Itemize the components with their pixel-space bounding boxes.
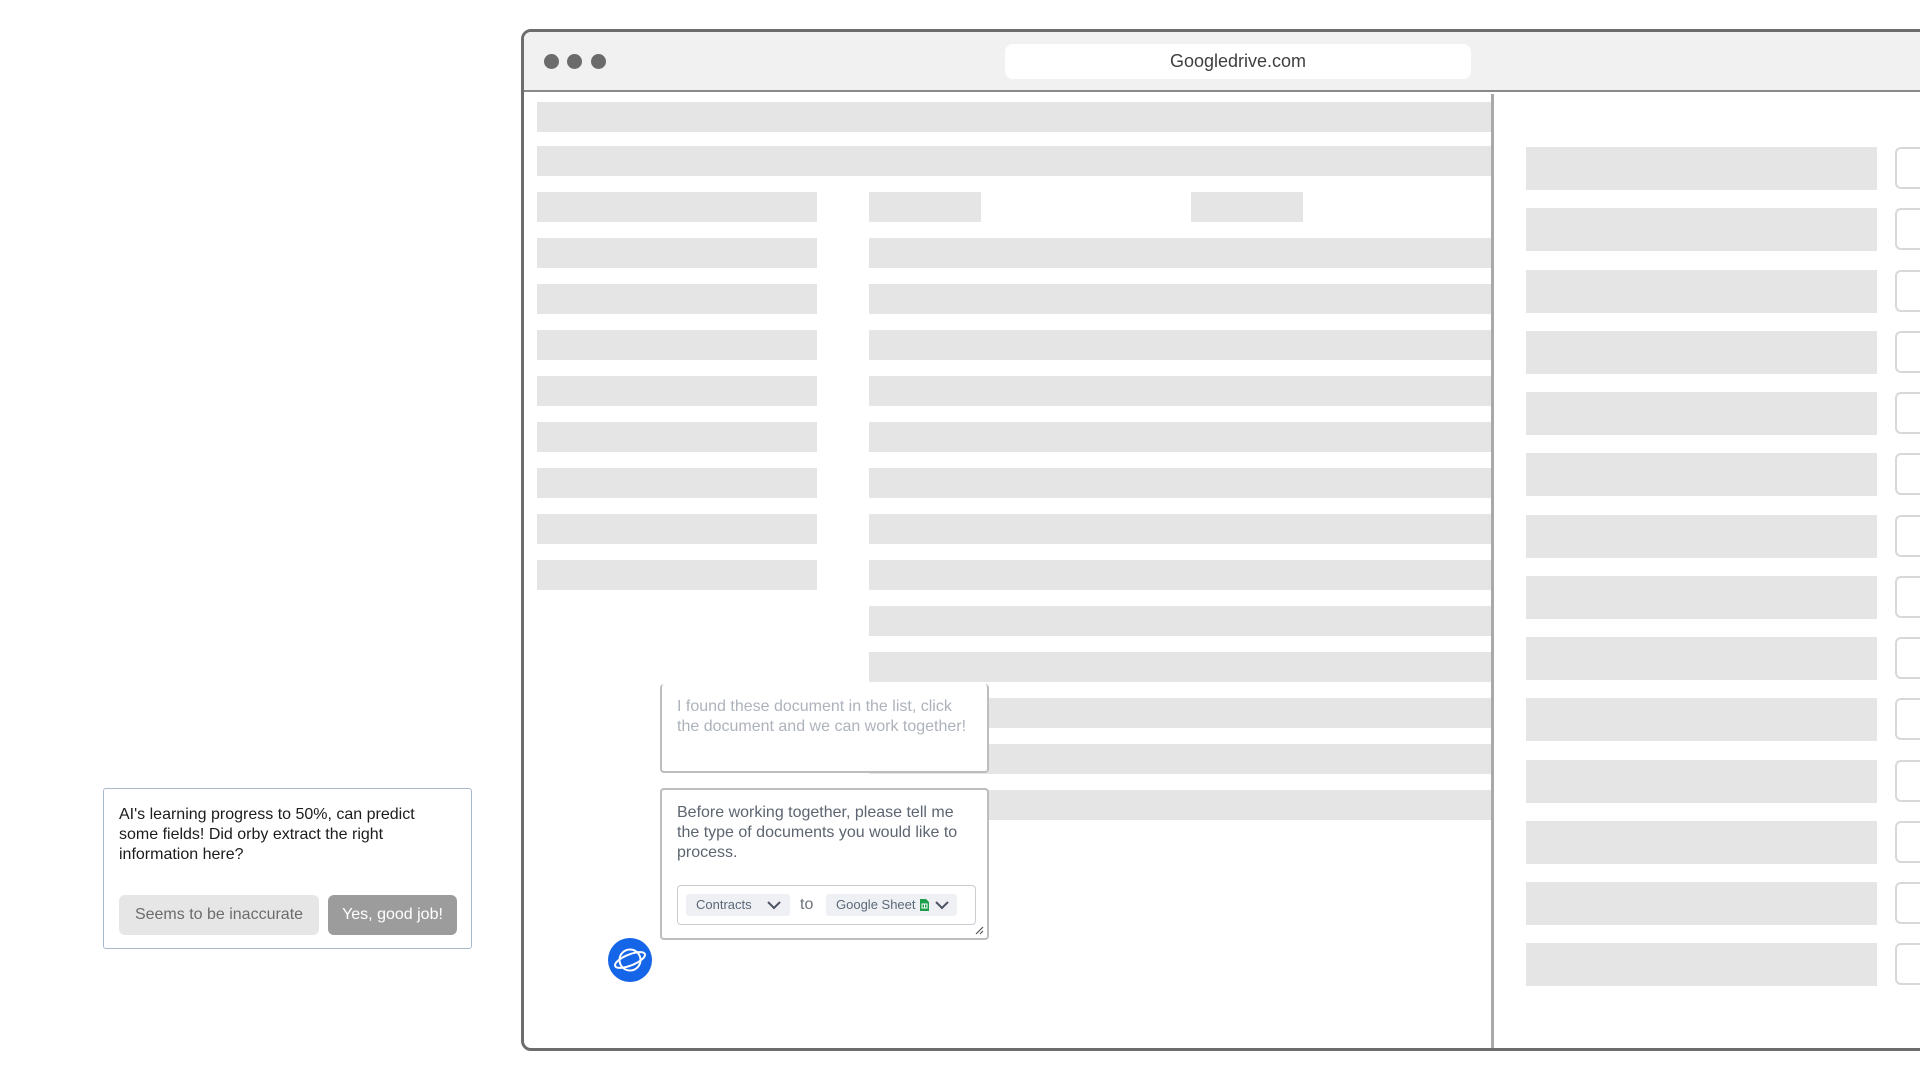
field-placeholder bbox=[1526, 760, 1877, 803]
row-placeholder[interactable] bbox=[537, 284, 817, 314]
document-row-placeholder[interactable] bbox=[869, 330, 1492, 360]
feedback-card: AI's learning progress to 50%, can predi… bbox=[103, 788, 472, 949]
field-input-box[interactable] bbox=[1895, 760, 1920, 802]
row-placeholder[interactable] bbox=[537, 560, 817, 590]
field-input-box[interactable] bbox=[1895, 882, 1920, 924]
document-row-placeholder[interactable] bbox=[869, 606, 1492, 636]
assistant-message-found: I found these document in the list, clic… bbox=[660, 684, 989, 773]
document-row-placeholder[interactable] bbox=[869, 652, 1492, 682]
destination-value: Google Sheet bbox=[836, 897, 916, 912]
inaccurate-button[interactable]: Seems to be inaccurate bbox=[119, 895, 319, 935]
field-input-box[interactable] bbox=[1895, 637, 1920, 679]
row-placeholder[interactable] bbox=[537, 422, 817, 452]
field-placeholder bbox=[1526, 392, 1877, 435]
assistant-message-ask: Before working together, please tell me … bbox=[660, 788, 989, 940]
field-placeholder bbox=[1526, 821, 1877, 864]
field-input-box[interactable] bbox=[1895, 270, 1920, 312]
field-input-box[interactable] bbox=[1895, 943, 1920, 985]
chevron-down-icon bbox=[935, 901, 949, 910]
column-header-placeholder bbox=[537, 192, 817, 222]
document-row-placeholder[interactable] bbox=[869, 560, 1492, 590]
document-row-placeholder[interactable] bbox=[869, 376, 1492, 406]
good-job-button[interactable]: Yes, good job! bbox=[328, 895, 457, 935]
window-minimize-dot[interactable] bbox=[567, 54, 582, 69]
field-input-box[interactable] bbox=[1895, 821, 1920, 863]
row-placeholder[interactable] bbox=[537, 514, 817, 544]
field-input-box[interactable] bbox=[1895, 208, 1920, 250]
field-input-box[interactable] bbox=[1895, 515, 1920, 557]
field-placeholder bbox=[1526, 698, 1877, 741]
document-row-placeholder[interactable] bbox=[869, 514, 1492, 544]
destination-dropdown[interactable]: Google Sheet bbox=[826, 894, 957, 916]
field-placeholder bbox=[1526, 453, 1877, 496]
field-input-box[interactable] bbox=[1895, 392, 1920, 434]
row-placeholder[interactable] bbox=[537, 376, 817, 406]
field-placeholder bbox=[1526, 637, 1877, 680]
connector-label: to bbox=[800, 896, 814, 913]
row-placeholder[interactable] bbox=[537, 238, 817, 268]
row-placeholder[interactable] bbox=[537, 468, 817, 498]
document-row-placeholder[interactable] bbox=[869, 284, 1492, 314]
window-close-dot[interactable] bbox=[544, 54, 559, 69]
assistant-message-text: Before working together, please tell me … bbox=[677, 804, 958, 861]
field-placeholder bbox=[1526, 576, 1877, 619]
document-row-placeholder[interactable] bbox=[869, 468, 1492, 498]
field-placeholder bbox=[1526, 147, 1877, 190]
document-type-value: Contracts bbox=[696, 897, 752, 912]
planet-glyph bbox=[614, 948, 646, 972]
orby-planet-icon[interactable] bbox=[608, 938, 652, 982]
field-input-box[interactable] bbox=[1895, 331, 1920, 373]
field-placeholder bbox=[1526, 331, 1877, 374]
field-placeholder bbox=[1526, 943, 1877, 986]
field-placeholder bbox=[1526, 270, 1877, 313]
field-placeholder bbox=[1526, 515, 1877, 558]
google-sheet-icon bbox=[920, 899, 929, 911]
pane-divider[interactable] bbox=[1491, 94, 1494, 1048]
field-input-box[interactable] bbox=[1895, 576, 1920, 618]
document-row-placeholder[interactable] bbox=[869, 238, 1492, 268]
field-input-box[interactable] bbox=[1895, 698, 1920, 740]
chevron-down-icon bbox=[767, 901, 781, 910]
field-input-box[interactable] bbox=[1895, 453, 1920, 495]
column-header-placeholder bbox=[1191, 192, 1303, 222]
browser-titlebar: Googledrive.com bbox=[524, 32, 1920, 92]
assistant-message-text: I found these document in the list, clic… bbox=[677, 698, 967, 735]
row-placeholder[interactable] bbox=[537, 330, 817, 360]
document-type-dropdown[interactable]: Contracts bbox=[686, 894, 790, 916]
header-placeholder-bar bbox=[537, 102, 1492, 132]
address-bar[interactable]: Googledrive.com bbox=[1005, 44, 1471, 79]
field-placeholder bbox=[1526, 208, 1877, 251]
document-type-selector: Contracts to Google Sheet bbox=[677, 885, 976, 925]
header-placeholder-bar bbox=[537, 146, 1492, 176]
field-placeholder bbox=[1526, 882, 1877, 925]
column-header-placeholder bbox=[869, 192, 981, 222]
document-row-placeholder[interactable] bbox=[869, 422, 1492, 452]
resize-handle-icon[interactable] bbox=[974, 925, 984, 935]
window-maximize-dot[interactable] bbox=[591, 54, 606, 69]
feedback-prompt: AI's learning progress to 50%, can predi… bbox=[119, 806, 415, 863]
field-input-box[interactable] bbox=[1895, 147, 1920, 189]
